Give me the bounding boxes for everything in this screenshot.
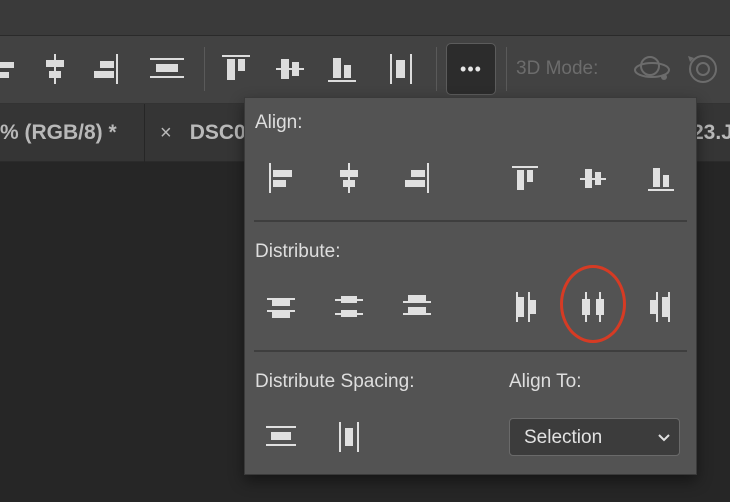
distribute-section-label: Distribute: — [255, 241, 341, 262]
3d-roll-icon[interactable] — [684, 50, 722, 88]
align-horizontal-centers-icon[interactable] — [38, 50, 72, 88]
align-to-value: Selection — [524, 427, 603, 448]
tab-divider — [144, 104, 145, 162]
more-options-icon: ••• — [460, 58, 482, 79]
align-bottom-edges-icon[interactable] — [639, 158, 683, 198]
distribute-left-edges-icon[interactable] — [503, 287, 547, 327]
align-vertical-centers-icon[interactable] — [272, 50, 308, 88]
tab-label: 23.J — [692, 121, 730, 144]
chevron-down-icon — [657, 431, 671, 449]
panel-divider — [254, 350, 687, 352]
tab-label: DSC0 — [189, 121, 246, 144]
tab-close-icon[interactable]: × — [160, 122, 172, 145]
distribute-bottom-edges-icon[interactable] — [395, 287, 439, 327]
align-top-edges-icon[interactable] — [218, 50, 254, 88]
3d-orbit-icon[interactable] — [630, 50, 674, 88]
align-right-edges-icon[interactable] — [88, 50, 124, 88]
document-tab[interactable]: × DSC0 — [160, 104, 246, 162]
align-distribute-panel: Align: Distribute: Distribute Spacing: A… — [244, 97, 697, 475]
distribute-horizontal-centers-icon[interactable] — [571, 287, 615, 327]
document-tab[interactable]: % (RGB/8) * — [0, 104, 117, 162]
3d-mode-label: 3D Mode: — [516, 58, 599, 79]
distribute-right-edges-icon[interactable] — [639, 287, 683, 327]
distribute-vertical-centers-icon[interactable] — [327, 287, 371, 327]
distribute-vertical-spacing-icon[interactable] — [259, 417, 303, 457]
toolbar-separator — [204, 47, 205, 91]
distribute-top-edges-icon[interactable] — [259, 287, 303, 327]
align-to-label: Align To: — [509, 371, 582, 392]
distribute-vertical-spacing-icon[interactable] — [146, 50, 188, 88]
align-bottom-edges-icon[interactable] — [324, 50, 360, 88]
align-to-select[interactable]: Selection — [509, 418, 680, 456]
distribute-horizontal-spacing-icon[interactable] — [382, 50, 420, 88]
tab-label: % (RGB/8) * — [0, 121, 117, 144]
document-tab[interactable]: 23.J — [692, 104, 730, 162]
align-vertical-centers-icon[interactable] — [571, 158, 615, 198]
panel-divider — [254, 220, 687, 222]
align-right-edges-icon[interactable] — [395, 158, 439, 198]
align-section-label: Align: — [255, 112, 303, 133]
align-left-edges-icon[interactable] — [0, 50, 20, 88]
app-top-bar — [0, 0, 730, 36]
distribute-spacing-section-label: Distribute Spacing: — [255, 371, 415, 392]
align-top-edges-icon[interactable] — [503, 158, 547, 198]
toolbar-separator — [436, 47, 437, 91]
toolbar-separator — [506, 47, 507, 91]
align-left-edges-icon[interactable] — [259, 158, 303, 198]
distribute-horizontal-spacing-icon[interactable] — [327, 417, 371, 457]
align-horizontal-centers-icon[interactable] — [327, 158, 371, 198]
more-options-button[interactable]: ••• — [446, 43, 496, 95]
